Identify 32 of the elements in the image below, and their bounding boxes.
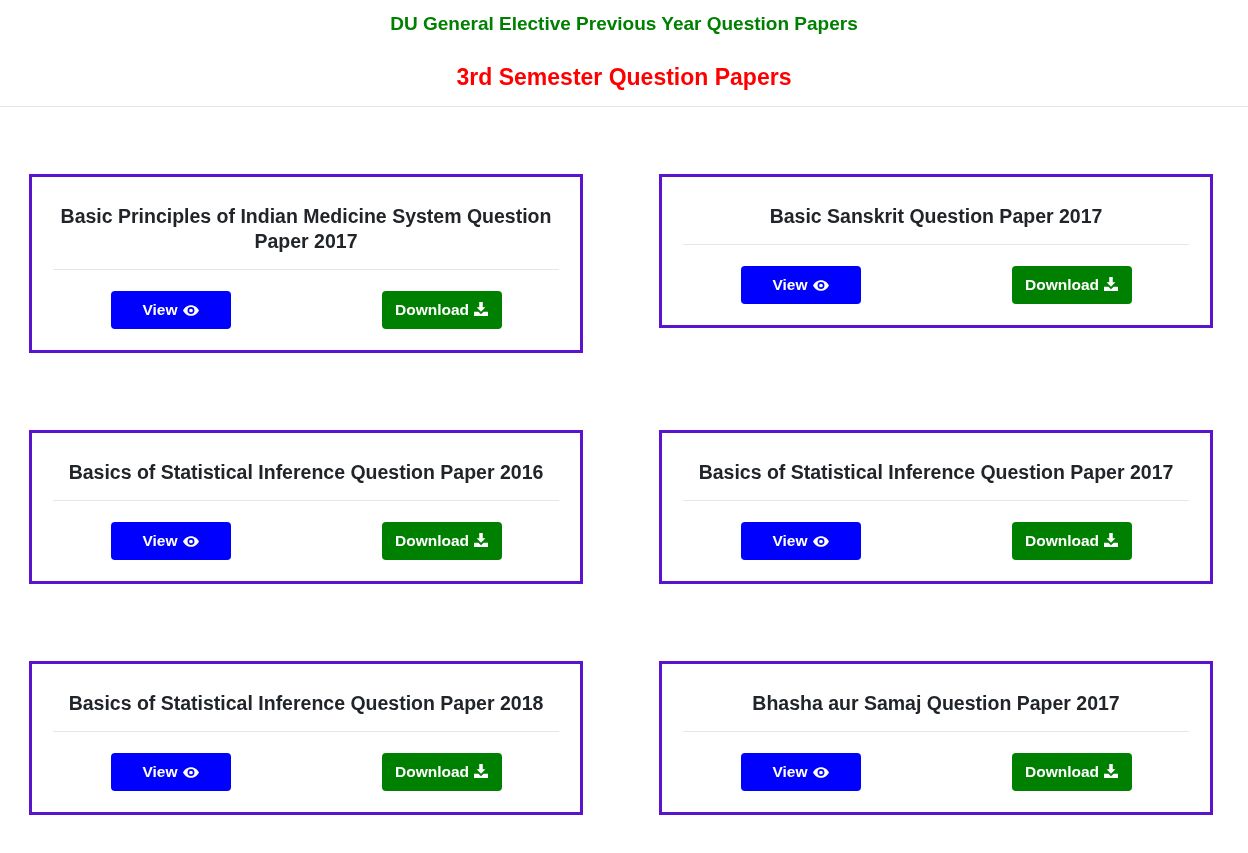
- eye-icon: [812, 535, 829, 547]
- site-title: DU General Elective Previous Year Question Papers: [390, 12, 858, 36]
- download-icon: [1104, 532, 1119, 547]
- download-icon: [1104, 276, 1119, 291]
- view-button[interactable]: View: [740, 266, 861, 304]
- download-button[interactable]: Download: [381, 522, 502, 560]
- download-button[interactable]: Download: [381, 291, 502, 329]
- eye-icon: [182, 535, 199, 547]
- download-button[interactable]: Download: [1011, 522, 1132, 560]
- page-title: 3rd Semester Question Papers: [456, 63, 792, 91]
- view-button[interactable]: View: [740, 753, 861, 791]
- paper-title: Basic Principles of Indian Medicine System Question Paper 2017: [59, 204, 553, 254]
- paper-title: Bhasha aur Samaj Question Paper 2017: [751, 691, 1121, 716]
- eye-icon: [182, 304, 199, 316]
- eye-icon: [812, 279, 829, 291]
- download-icon: [474, 763, 489, 778]
- download-icon: [474, 301, 489, 316]
- download-icon: [1104, 763, 1119, 778]
- paper-title: Basic Sanskrit Question Paper 2017: [768, 204, 1104, 229]
- download-button[interactable]: Download: [1011, 753, 1132, 791]
- paper-title: Basics of Statistical Inference Question Paper 2016: [67, 460, 545, 485]
- paper-title: Basics of Statistical Inference Question Paper 2017: [697, 460, 1175, 485]
- view-button[interactable]: View: [110, 291, 231, 329]
- download-button[interactable]: Download: [381, 753, 502, 791]
- view-button[interactable]: View: [740, 522, 861, 560]
- paper-title: Basics of Statistical Inference Question Paper 2018: [67, 691, 545, 716]
- view-button[interactable]: View: [110, 753, 231, 791]
- download-button[interactable]: Download: [1011, 266, 1132, 304]
- eye-icon: [182, 766, 199, 778]
- eye-icon: [812, 766, 829, 778]
- view-button[interactable]: View: [110, 522, 231, 560]
- download-icon: [474, 532, 489, 547]
